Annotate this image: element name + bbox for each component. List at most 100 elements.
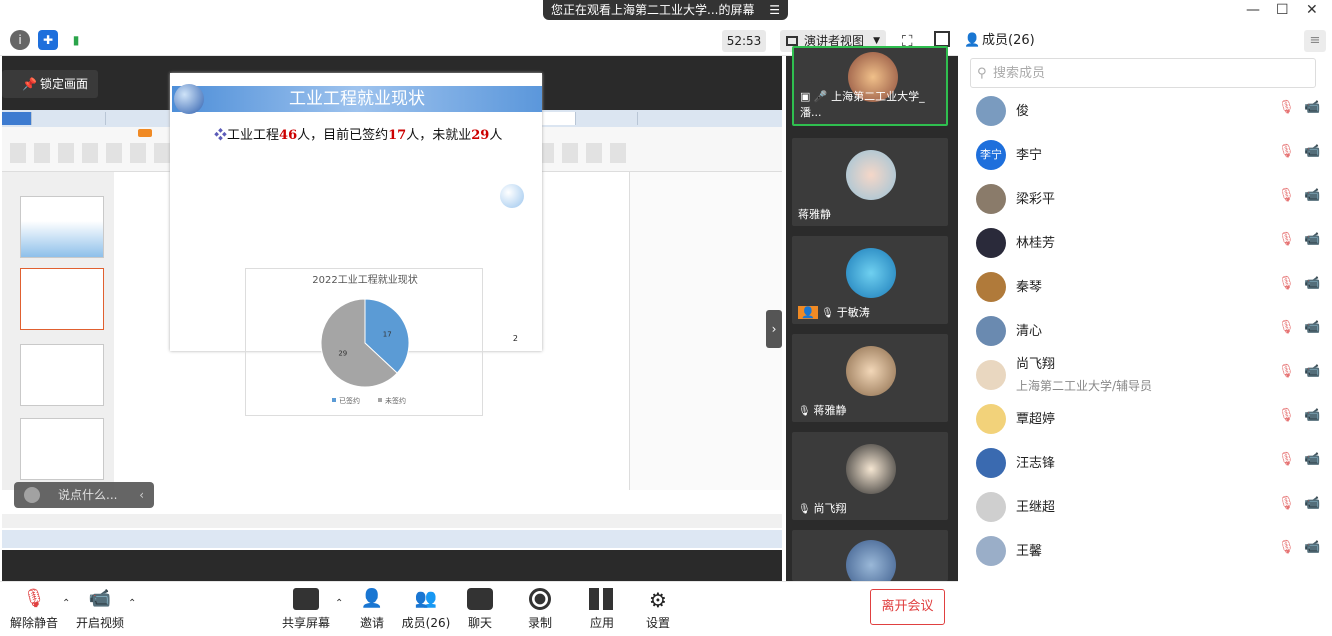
camera-off-icon[interactable]: 📹 [1304,364,1320,379]
legend-label: 未签约 [385,396,406,405]
avatar [976,404,1006,434]
mic-on-icon: 🎤 [813,90,828,103]
camera-off-icon[interactable]: 📹 [1304,276,1320,291]
member-name: 清心 [1016,324,1043,339]
member-row[interactable]: 覃超婷 🎙 📹 [958,398,1332,442]
info-icon[interactable]: i [10,30,30,50]
mic-off-icon[interactable]: 🎙 [1278,232,1295,247]
collapse-video-button[interactable]: › [766,310,782,348]
panel-menu-icon[interactable]: ≡ [1304,30,1326,52]
video-tile[interactable]: 👤 🎙 于敏涛 [792,236,948,324]
member-name: 覃超婷 [1016,412,1056,427]
avatar [976,492,1006,522]
slide-text: 人 [489,128,503,143]
video-tile-label: 🎙 尚飞翔 [798,500,847,516]
avatar [976,96,1006,126]
video-tile[interactable]: 🎙 蒋雅静 [792,334,948,422]
remote-taskbar [2,530,782,548]
mic-off-icon[interactable]: 🎙 [1278,276,1295,291]
mic-off-icon[interactable]: 🎙 [1278,144,1295,159]
member-row[interactable]: 林桂芳 🎙 📹 [958,222,1332,266]
mic-off-icon[interactable]: 🎙 [1278,320,1295,335]
mic-off-icon[interactable]: 🎙 [1278,408,1295,423]
camera-off-icon[interactable]: 📹 [1304,320,1320,335]
mic-off-icon[interactable]: 🎙 [1278,188,1295,203]
member-search-input[interactable]: ⚲ 搜索成员 [970,58,1316,88]
members-header: 👤 成员(26) ≡ [958,28,1332,54]
video-tile[interactable]: ▣ 🎤 上海第二工业大学_潘... [792,46,948,126]
member-name: 李宁 [1016,148,1043,163]
pin-icon: 📌 [22,77,37,91]
video-column: ▣ 🎤 上海第二工业大学_潘... 蒋雅静 👤 🎙 于敏涛 🎙 蒋雅静 🎙 尚飞… [786,46,958,590]
sidebar-toggle-icon[interactable] [934,31,950,47]
pie-data-label: 17 [383,330,392,338]
member-row[interactable]: 李宁 李宁 🎙 📹 [958,134,1332,178]
video-tile[interactable]: 蒋雅静 [792,138,948,226]
shield-icon[interactable]: ✚ [38,30,58,50]
member-row[interactable]: 王馨 🎙 📹 [958,530,1332,574]
mic-off-icon[interactable]: 🎙 [1278,496,1295,511]
minimize-button[interactable]: — [1246,2,1260,18]
share-screen-button[interactable]: 共享屏幕 [276,588,336,631]
member-row[interactable]: 王继超 🎙 📹 [958,486,1332,530]
record-label: 录制 [527,616,552,630]
close-button[interactable]: ✕ [1306,2,1318,18]
member-name: 王馨 [1016,544,1043,559]
apps-button[interactable]: 应用 [572,588,632,631]
signal-icon[interactable]: ▮ [66,30,86,50]
chat-button[interactable]: 聊天 [450,588,510,631]
mic-off-icon: 🎙 [798,406,811,417]
share-screen-icon [293,588,319,610]
start-video-button[interactable]: 📹 开启视频 [70,588,130,631]
camera-off-icon[interactable]: 📹 [1304,100,1320,115]
member-row[interactable]: 秦琴 🎙 📹 [958,266,1332,310]
legend-swatch [332,398,336,402]
camera-off-icon[interactable]: 📹 [1304,232,1320,247]
mic-off-icon: 🎙 [821,308,834,319]
mic-off-icon[interactable]: 🎙 [1278,364,1295,379]
chevron-up-icon[interactable]: ⌃ [128,598,136,609]
camera-off-icon[interactable]: 📹 [1304,408,1320,423]
chat-input[interactable]: 说点什么... ‹ [14,482,154,508]
lock-view-button[interactable]: 📌 锁定画面 [2,70,98,98]
avatar [976,448,1006,478]
pie-chart: 2022工业工程就业现状 17 29 已签约 未签约 [245,268,483,416]
video-tile[interactable]: 🎙 尚飞翔 [792,432,948,520]
mic-off-icon[interactable]: 🎙 [1278,540,1295,555]
members-button[interactable]: 👥 成员(26) [396,588,456,631]
camera-off-icon[interactable]: 📹 [1304,496,1320,511]
mic-off-icon[interactable]: 🎙 [1278,100,1295,115]
decor-sphere [174,84,204,114]
slide-text: 工业工程 [227,128,280,143]
invite-button[interactable]: 👤 邀请 [342,588,402,631]
member-row[interactable]: 清心 🎙 📹 [958,310,1332,354]
mic-off-icon: 🎙 [22,588,46,609]
video-tile-label: 👤 🎙 于敏涛 [798,304,870,320]
maximize-button[interactable]: ☐ [1276,2,1289,18]
emoji-icon[interactable] [24,487,40,503]
member-row[interactable]: 梁彩平 🎙 📹 [958,178,1332,222]
member-row[interactable]: 俊 🎙 📹 [958,90,1332,134]
mic-off-icon[interactable]: 🎙 [1278,452,1295,467]
video-tile[interactable] [792,530,948,590]
menu-icon[interactable]: ☰ [769,0,780,20]
slide-number: 17 [388,128,407,143]
unmute-button[interactable]: 🎙 解除静音 [4,588,64,631]
participant-name: 于敏涛 [836,306,870,319]
camera-off-icon[interactable]: 📹 [1304,452,1320,467]
slide-page-number: 2 [512,334,518,343]
members-button-label: 成员(26) [401,616,451,630]
camera-off-icon[interactable]: 📹 [1304,144,1320,159]
leave-meeting-button[interactable]: 离开会议 [870,589,945,625]
avatar [846,150,896,200]
camera-off-icon[interactable]: 📹 [1304,540,1320,555]
member-row[interactable]: 汪志锋 🎙 📹 [958,442,1332,486]
camera-off-icon[interactable]: 📹 [1304,188,1320,203]
settings-button[interactable]: ⚙ 设置 [628,588,688,631]
avatar [846,248,896,298]
member-row[interactable]: 尚飞翔 上海第二工业大学/辅导员 🎙 📹 [958,354,1332,398]
chevron-left-icon[interactable]: ‹ [139,482,144,508]
member-name: 林桂芳 [1016,236,1056,251]
avatar: 李宁 [976,140,1006,170]
record-button[interactable]: 录制 [510,588,570,631]
